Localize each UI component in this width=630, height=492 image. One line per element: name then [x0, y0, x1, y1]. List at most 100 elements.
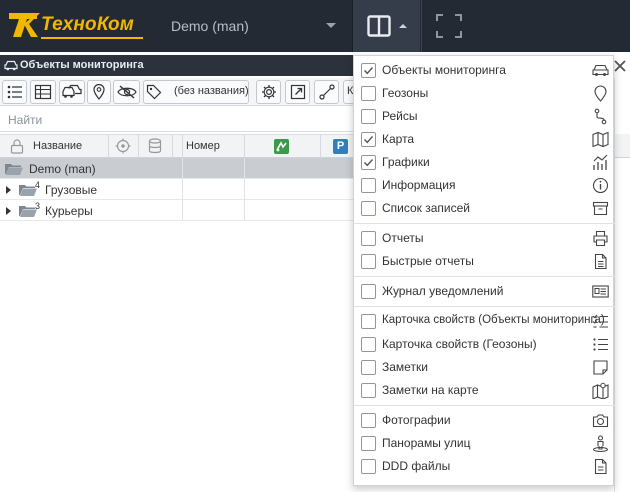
signal-status-icon: [274, 139, 289, 154]
user-select[interactable]: Demo (man): [162, 0, 350, 52]
column-resize-handle[interactable]: [173, 135, 183, 158]
background-grid-header: [615, 134, 630, 158]
checkbox[interactable]: [361, 86, 376, 101]
checklist-icon: [592, 314, 608, 328]
menu-item-charts[interactable]: Графики: [354, 151, 615, 174]
checkbox[interactable]: [361, 383, 376, 398]
checkbox[interactable]: [361, 337, 376, 352]
search-input[interactable]: [0, 108, 355, 131]
parking-icon: P: [333, 139, 348, 154]
map-pin-icon: [594, 85, 607, 102]
checkbox[interactable]: [361, 63, 376, 78]
row-divider: [0, 179, 183, 200]
menu-item-ddd-files[interactable]: DDD файлы: [354, 455, 615, 478]
menu-item-geozones[interactable]: Геозоны: [354, 82, 615, 105]
objects-filter-button[interactable]: [59, 80, 85, 104]
menu-item-label: Список записей: [382, 201, 471, 215]
logo-text: ТехноКом: [41, 14, 135, 35]
checkbox[interactable]: [361, 459, 376, 474]
chevron-up-icon: [399, 24, 407, 28]
checkbox[interactable]: [361, 314, 376, 329]
crosshair-icon: [115, 138, 131, 154]
note-icon: [593, 360, 608, 375]
menu-item-label: DDD файлы: [382, 459, 451, 473]
lock-icon: [10, 139, 24, 154]
chart-icon: [593, 154, 608, 170]
column-database[interactable]: [139, 135, 173, 158]
checkbox[interactable]: [361, 254, 376, 269]
menu-item-label: Карточка свойств (Объекты мониторинга): [382, 314, 605, 326]
checkbox[interactable]: [361, 284, 376, 299]
menu-item-property-card-objects[interactable]: Карточка свойств (Объекты мониторинга): [354, 310, 615, 333]
checkbox[interactable]: [361, 413, 376, 428]
grid-header: Название Номер P: [0, 134, 355, 158]
menu-item-objects[interactable]: Объекты мониторинга: [354, 59, 615, 82]
hidden-toggle-button[interactable]: [113, 80, 140, 104]
menu-item-notes[interactable]: Заметки: [354, 356, 615, 379]
table-row[interactable]: Demo (man): [0, 158, 355, 179]
map-pin-icon: [93, 84, 105, 100]
checkbox[interactable]: [361, 132, 376, 147]
row-divider: [0, 200, 183, 221]
menu-item-label: Панорамы улиц: [382, 436, 471, 450]
fullscreen-button[interactable]: [421, 0, 477, 52]
background-panel-edge: [614, 78, 630, 492]
menu-item-street-panoramas[interactable]: Панорамы улиц: [354, 432, 615, 455]
map-icon: [592, 131, 609, 148]
geozone-filter-button[interactable]: [87, 80, 111, 104]
settings-button[interactable]: [256, 80, 281, 104]
checkbox[interactable]: [361, 109, 376, 124]
logo-underline: [41, 37, 143, 39]
column-status-green[interactable]: [245, 135, 321, 158]
table-row[interactable]: 4 Грузовые: [0, 179, 355, 200]
list-view-button[interactable]: [2, 80, 27, 104]
table-row[interactable]: 3 Курьеры: [0, 200, 355, 221]
database-icon: [148, 138, 162, 154]
cars-icon: [62, 84, 82, 98]
checkbox[interactable]: [361, 360, 376, 375]
checkbox[interactable]: [361, 231, 376, 246]
menu-item-map-notes[interactable]: Заметки на карте: [354, 379, 615, 402]
user-name: Demo (man): [171, 18, 249, 34]
column-parking[interactable]: P: [321, 135, 355, 158]
column-location[interactable]: [109, 135, 139, 158]
car-icon: [4, 60, 18, 71]
menu-divider: [354, 405, 615, 406]
menu-item-reports[interactable]: Отчеты: [354, 227, 615, 250]
menu-divider: [354, 223, 615, 224]
logo[interactable]: ТехноКом: [7, 10, 143, 40]
menu-item-label: Карта: [382, 132, 415, 146]
checkbox[interactable]: [361, 155, 376, 170]
menu-item-label: Графики: [382, 155, 430, 169]
row-divider: [183, 200, 245, 221]
row-divider: [0, 158, 183, 179]
open-external-button[interactable]: [285, 80, 310, 104]
menu-item-notification-log[interactable]: Журнал уведомлений: [354, 280, 615, 303]
notification-log-icon: [592, 285, 609, 298]
menu-item-label: Журнал уведомлений: [382, 284, 504, 298]
menu-item-info[interactable]: Информация: [354, 174, 615, 197]
external-link-icon: [290, 84, 305, 100]
checkbox[interactable]: [361, 436, 376, 451]
objects-toolbar: (без названия) К: [0, 78, 357, 106]
menu-item-records[interactable]: Список записей: [354, 197, 615, 220]
row-divider: [183, 179, 245, 200]
menu-item-quick-reports[interactable]: Быстрые отчеты: [354, 250, 615, 273]
menu-divider: [354, 306, 615, 307]
menu-item-property-card-geozones[interactable]: Карточка свойств (Геозоны): [354, 333, 615, 356]
column-number[interactable]: Номер: [183, 135, 245, 158]
route-icon: [318, 84, 335, 100]
menu-item-trips[interactable]: Рейсы: [354, 105, 615, 128]
info-icon: [592, 177, 609, 194]
column-name[interactable]: Название: [0, 135, 109, 158]
route-tool-button[interactable]: [314, 80, 339, 104]
panel-header: Объекты мониторинга: [0, 55, 355, 76]
table-view-button[interactable]: [30, 80, 56, 104]
layout-button[interactable]: [352, 0, 420, 52]
checkbox[interactable]: [361, 178, 376, 193]
checkbox[interactable]: [361, 201, 376, 216]
column-name-label: Название: [33, 140, 83, 152]
menu-item-photos[interactable]: Фотографии: [354, 409, 615, 432]
tag-filter-button[interactable]: (без названия): [143, 80, 249, 104]
menu-item-map[interactable]: Карта: [354, 128, 615, 151]
